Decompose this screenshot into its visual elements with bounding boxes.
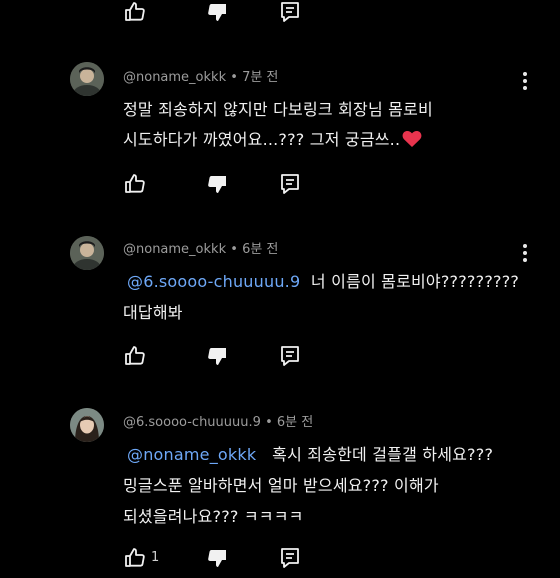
avatar[interactable] xyxy=(70,236,104,270)
thumbs-up-icon[interactable] xyxy=(123,546,147,570)
reply-icon[interactable] xyxy=(278,344,302,368)
comment-author[interactable]: @noname_okkk xyxy=(123,70,226,85)
mention-link[interactable]: @6.soooo-chuuuuu.9 xyxy=(127,272,300,291)
comment-text-line: 시도하다가 까였어요...??? 그저 궁금쓰.. xyxy=(123,126,422,152)
comment-author[interactable]: @noname_okkk xyxy=(123,242,226,257)
more-vert-icon[interactable] xyxy=(516,242,534,264)
like-count: 1 xyxy=(151,550,160,565)
comment-text-line: 밍글스푼 알바하면서 얼마 받으세요??? 이해가 xyxy=(123,476,439,495)
reply-icon[interactable] xyxy=(278,172,302,196)
meta-separator: • xyxy=(230,242,238,257)
comment-time[interactable]: 6분 전 xyxy=(242,242,278,257)
reply-icon[interactable] xyxy=(278,546,302,570)
comment-actions xyxy=(0,172,560,204)
comment-text-line: 대답해봐 xyxy=(123,303,183,322)
thumbs-up-icon[interactable] xyxy=(123,344,147,368)
mention-link[interactable]: @noname_okkk xyxy=(127,445,256,464)
comment-text-line: @6.soooo-chuuuuu.9 너 이름이 몸로비야????????? xyxy=(127,272,520,291)
comment-meta: @noname_okkk • 6분 전 xyxy=(123,238,278,257)
thumbs-up-icon[interactable] xyxy=(123,172,147,196)
avatar[interactable] xyxy=(70,408,104,442)
heart-icon xyxy=(402,130,422,152)
comment-meta: @6.soooo-chuuuuu.9 • 6분 전 xyxy=(123,411,313,430)
avatar[interactable] xyxy=(70,62,104,96)
comment-actions-prev xyxy=(0,0,560,32)
comment-text-line: 되셨을려나요??? ㅋㅋㅋㅋ xyxy=(123,507,304,526)
meta-separator: • xyxy=(230,70,238,85)
comment-author[interactable]: @6.soooo-chuuuuu.9 xyxy=(123,415,261,430)
thumbs-down-icon[interactable] xyxy=(205,172,229,196)
comment-text-line: @noname_okkk 혹시 죄송한데 걸플갤 하세요??? xyxy=(127,445,494,464)
reply-icon[interactable] xyxy=(278,0,302,24)
comment-meta: @noname_okkk • 7분 전 xyxy=(123,66,278,85)
thumbs-up-icon[interactable] xyxy=(123,0,147,24)
meta-separator: • xyxy=(265,415,273,430)
comment-actions: 1 xyxy=(0,546,560,578)
comment-text-line: 정말 죄송하지 않지만 다보링크 회장님 몸로비 xyxy=(123,100,433,119)
comment-time[interactable]: 6분 전 xyxy=(277,415,313,430)
comment-time[interactable]: 7분 전 xyxy=(242,70,278,85)
thumbs-down-icon[interactable] xyxy=(205,344,229,368)
comment-actions xyxy=(0,344,560,376)
thumbs-down-icon[interactable] xyxy=(205,0,229,24)
thumbs-down-icon[interactable] xyxy=(205,546,229,570)
more-vert-icon[interactable] xyxy=(516,70,534,92)
